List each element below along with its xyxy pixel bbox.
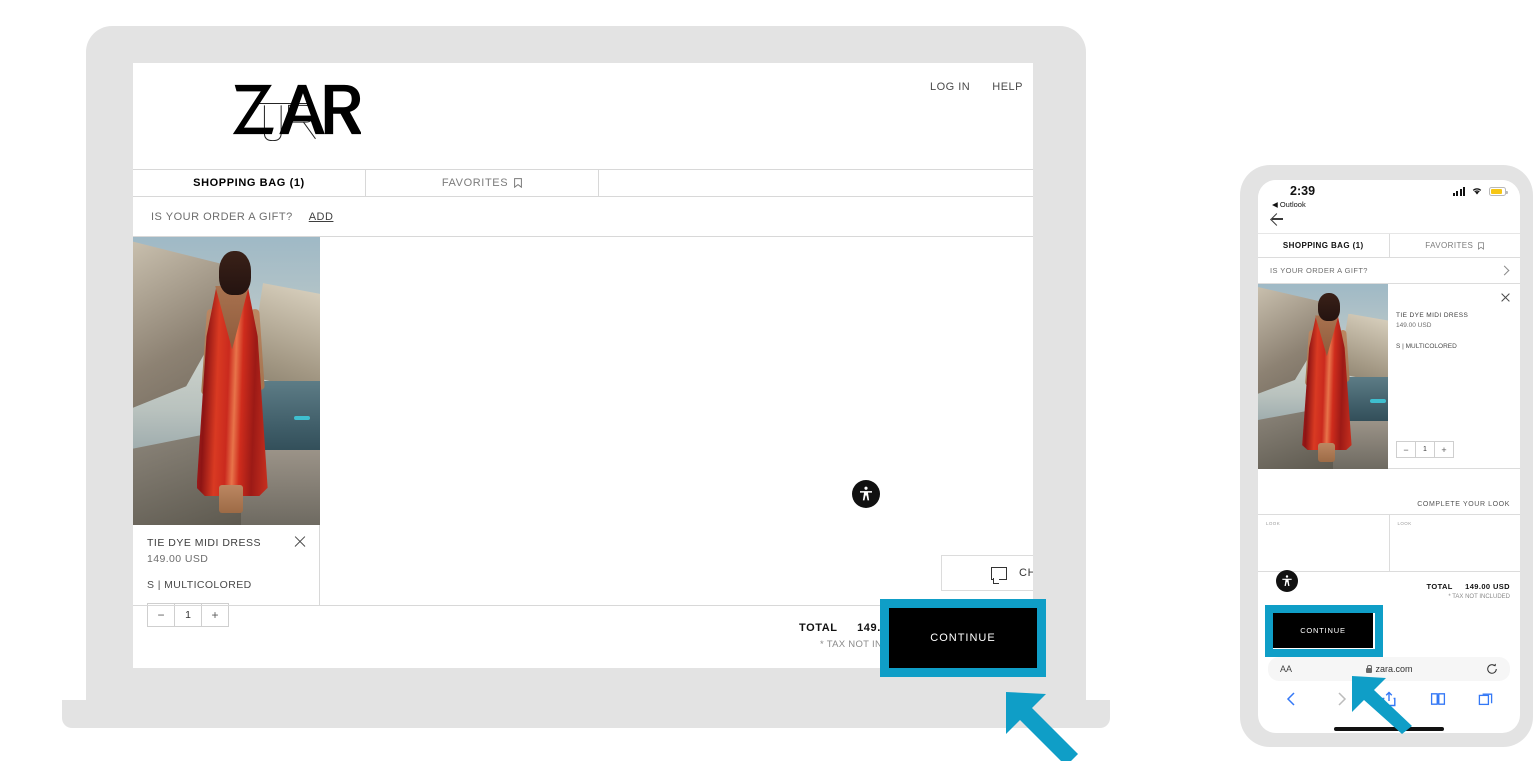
forward-icon[interactable] <box>1333 691 1349 707</box>
tab-shopping-bag[interactable]: SHOPPING BAG (1) <box>133 170 366 196</box>
back-arrow-icon[interactable] <box>1270 212 1284 226</box>
phone-viewport: 2:39 ◀ Outlook SHOPPING BAG (1) FAVORITE… <box>1258 180 1520 733</box>
continue-label-phone: CONTINUE <box>1300 626 1346 635</box>
phone-page-navbar <box>1258 208 1520 234</box>
phone-quantity-value: 1 <box>1415 441 1435 458</box>
desktop-tabs: SHOPPING BAG (1) FAVORITES <box>133 169 1033 197</box>
phone-product-info: TIE DYE MIDI DRESS 149.00 USD S | MULTIC… <box>1388 284 1520 468</box>
product-price: 149.00 USD <box>147 553 209 565</box>
total-label: TOTAL <box>798 621 838 634</box>
product-variant: S | MULTICOLORED <box>147 579 252 591</box>
battery-low-power-icon <box>1489 186 1508 196</box>
desktop-empty-panel: CHAT <box>320 237 1033 605</box>
phone-tab-shopping-bag-label: SHOPPING BAG (1) <box>1282 241 1364 250</box>
bookmarks-icon[interactable] <box>1430 691 1446 707</box>
accessibility-button[interactable] <box>852 480 880 508</box>
phone-tab-shopping-bag[interactable]: SHOPPING BAG (1) <box>1258 234 1390 257</box>
reload-icon[interactable] <box>1486 663 1498 675</box>
gift-question: IS YOUR ORDER A GIFT? <box>151 210 293 223</box>
chat-label: CHAT <box>1019 567 1033 579</box>
tab-favorites-label: FAVORITES <box>441 177 509 189</box>
phone-quantity-stepper: − 1 + <box>1396 441 1454 458</box>
phone-quantity-decrement-button[interactable]: − <box>1396 441 1416 458</box>
phone-product-price: 149.00 USD <box>1396 322 1432 329</box>
tabs-icon[interactable] <box>1478 691 1494 707</box>
laptop-base <box>62 700 1110 728</box>
phone-product-name: TIE DYE MIDI DRESS <box>1396 312 1469 319</box>
login-link[interactable]: LOG IN <box>930 81 970 93</box>
continue-label-desktop: CONTINUE <box>930 632 996 644</box>
desktop-utility-nav: LOG IN HELP <box>930 81 1023 93</box>
phone-gift-row[interactable]: IS YOUR ORDER A GIFT? <box>1258 258 1520 284</box>
tab-filler <box>599 170 1033 196</box>
tab-shopping-bag-label: SHOPPING BAG (1) <box>193 177 305 189</box>
chat-bubble-icon <box>991 566 1008 584</box>
look-card[interactable]: LOOK <box>1390 515 1521 571</box>
desktop-browser-viewport: LOG IN HELP SHOPPING BAG (1) FAVORITES I… <box>133 63 1033 668</box>
bookmark-icon <box>1478 241 1485 250</box>
continue-button-phone[interactable]: CONTINUE <box>1273 613 1373 648</box>
help-link[interactable]: HELP <box>992 81 1023 93</box>
complete-your-look-label: COMPLETE YOUR LOOK <box>1417 501 1510 508</box>
phone-product-image[interactable] <box>1258 284 1388 469</box>
phone-gift-question: IS YOUR ORDER A GIFT? <box>1270 266 1368 275</box>
product-image[interactable] <box>133 237 320 525</box>
phone-total-amount: 149.00 USD <box>1465 581 1510 591</box>
desktop-header: LOG IN HELP <box>133 63 1033 169</box>
phone-tax-note: * TAX NOT INCLUDED <box>1448 593 1510 600</box>
bookmark-icon <box>514 178 523 188</box>
back-icon[interactable] <box>1284 691 1300 707</box>
wifi-icon <box>1472 188 1482 195</box>
bag-item: TIE DYE MIDI DRESS 149.00 USD S | MULTIC… <box>133 237 320 627</box>
remove-item-icon[interactable] <box>293 535 307 549</box>
phone-accessibility-button[interactable] <box>1276 570 1298 592</box>
look-card-label: LOOK <box>1397 521 1412 526</box>
phone-bag-item: TIE DYE MIDI DRESS 149.00 USD S | MULTIC… <box>1258 284 1520 469</box>
desktop-gift-row: IS YOUR ORDER A GIFT? ADD <box>133 197 1033 237</box>
continue-button-desktop[interactable]: CONTINUE <box>889 608 1037 668</box>
status-time: 2:39 <box>1290 184 1316 198</box>
look-cards: LOOK LOOK <box>1258 515 1520 571</box>
phone-tabs: SHOPPING BAG (1) FAVORITES <box>1258 234 1520 258</box>
phone-quantity-increment-button[interactable]: + <box>1434 441 1454 458</box>
complete-your-look-section: COMPLETE YOUR LOOK <box>1258 469 1520 515</box>
text-size-button[interactable]: AA <box>1280 664 1292 674</box>
signal-icon <box>1452 186 1465 196</box>
phone-tab-favorites-label: FAVORITES <box>1425 241 1474 250</box>
phone-total-block: TOTAL 149.00 USD * TAX NOT INCLUDED <box>1426 582 1510 600</box>
status-icons <box>1452 186 1508 196</box>
look-card-label: LOOK <box>1266 521 1281 526</box>
phone-tab-favorites[interactable]: FAVORITES <box>1390 234 1521 257</box>
gift-add-link[interactable]: ADD <box>309 211 334 223</box>
zara-logo[interactable] <box>231 79 361 141</box>
phone-status-bar: 2:39 ◀ Outlook <box>1258 180 1520 209</box>
pointer-arrow-desktop <box>1006 692 1078 761</box>
accessibility-icon <box>1282 575 1292 586</box>
phone-product-variant: S | MULTICOLORED <box>1396 343 1457 350</box>
tab-favorites[interactable]: FAVORITES <box>366 170 599 196</box>
chevron-right-icon <box>1499 265 1510 276</box>
phone-total-label: TOTAL <box>1426 581 1453 591</box>
pointer-arrow-phone <box>1352 676 1412 734</box>
look-card[interactable]: LOOK <box>1258 515 1390 571</box>
desktop-bag-body: TIE DYE MIDI DRESS 149.00 USD S | MULTIC… <box>133 237 1033 627</box>
screenshot-stage: LOG IN HELP SHOPPING BAG (1) FAVORITES I… <box>0 0 1533 771</box>
accessibility-icon <box>860 486 872 501</box>
product-name: TIE DYE MIDI DRESS <box>147 537 262 549</box>
phone-remove-item-icon[interactable] <box>1500 292 1511 303</box>
chat-button[interactable]: CHAT <box>941 555 1033 591</box>
